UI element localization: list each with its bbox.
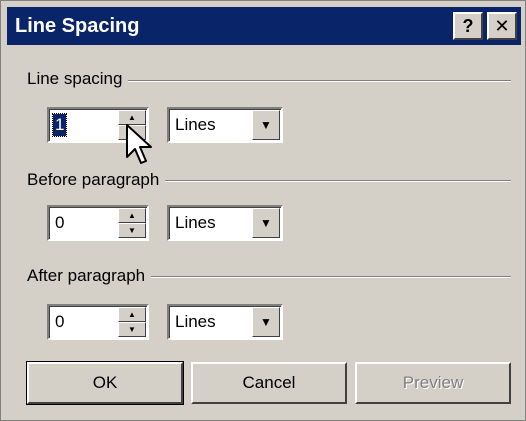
after-paragraph-up-button[interactable]: ▲ [118,307,146,322]
before-paragraph-unit-value: Lines [175,213,216,232]
after-paragraph-down-button[interactable]: ▼ [118,322,146,337]
preview-button[interactable]: Preview [355,362,511,404]
ok-button[interactable]: OK [26,361,184,405]
chevron-down-icon: ▼ [260,315,272,329]
after-paragraph-value[interactable]: 0 [55,311,64,333]
after-paragraph-unit-dropdown-button[interactable]: ▼ [252,307,280,337]
after-paragraph-label: After paragraph [27,266,152,286]
spin-down-arrow-icon: ▼ [128,225,136,235]
before-paragraph-label: Before paragraph [27,170,166,190]
line-spacing-unit-value: Lines [175,115,216,134]
title-bar[interactable]: Line Spacing ? ✕ [7,7,521,45]
spin-up-arrow-icon: ▲ [128,112,136,122]
chevron-down-icon: ▼ [260,216,272,230]
before-paragraph-unit-select[interactable]: Lines ▼ [167,205,283,241]
line-spacing-dialog: Line Spacing ? ✕ Line spacing 1 ▲ ▼ Line… [0,0,526,421]
before-paragraph-spinner[interactable]: 0 ▲ ▼ [47,205,149,241]
dialog-title: Line Spacing [15,14,140,37]
line-spacing-label: Line spacing [27,69,129,89]
line-spacing-value[interactable]: 1 [51,113,68,137]
close-icon: ✕ [494,15,510,36]
before-paragraph-value[interactable]: 0 [55,212,64,234]
after-paragraph-spinner[interactable]: 0 ▲ ▼ [47,304,149,340]
spin-up-arrow-icon: ▲ [128,309,136,319]
chevron-down-icon: ▼ [260,118,272,132]
spin-down-arrow-icon: ▼ [128,324,136,334]
after-paragraph-unit-select[interactable]: Lines ▼ [167,304,283,340]
help-icon: ? [462,15,474,36]
after-paragraph-unit-value: Lines [175,312,216,331]
help-button[interactable]: ? [453,12,483,40]
close-button[interactable]: ✕ [487,12,517,40]
before-paragraph-down-button[interactable]: ▼ [118,223,146,238]
mouse-pointer-icon [126,124,152,164]
before-paragraph-unit-dropdown-button[interactable]: ▼ [252,208,280,238]
before-paragraph-up-button[interactable]: ▲ [118,208,146,223]
spin-up-arrow-icon: ▲ [128,210,136,220]
line-spacing-unit-select[interactable]: Lines ▼ [167,107,283,143]
cancel-button[interactable]: Cancel [191,362,347,404]
line-spacing-unit-dropdown-button[interactable]: ▼ [252,110,280,140]
